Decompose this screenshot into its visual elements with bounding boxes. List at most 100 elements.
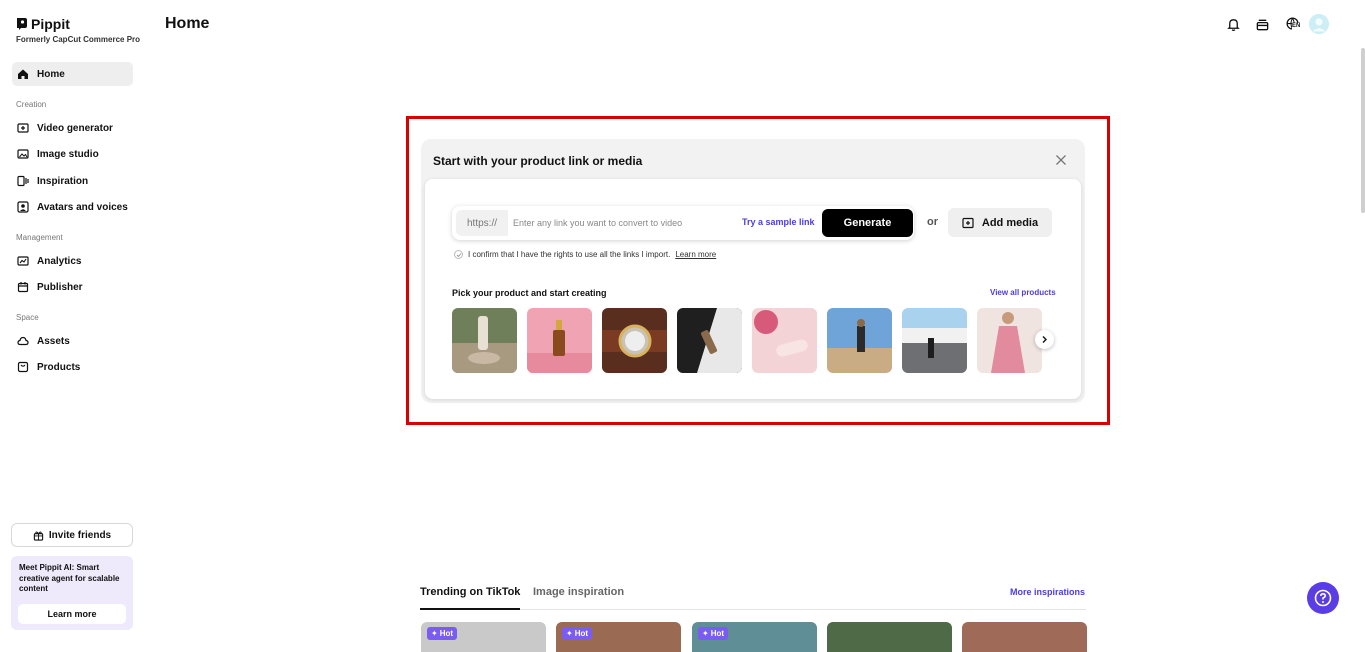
notifications-button[interactable] bbox=[1224, 15, 1242, 33]
question-icon bbox=[1314, 589, 1332, 607]
product-thumbnail[interactable] bbox=[752, 308, 817, 373]
confirm-learn-more-link[interactable]: Learn more bbox=[675, 250, 716, 259]
hot-badge: ✦ Hot bbox=[427, 627, 458, 640]
product-thumbnail[interactable] bbox=[452, 308, 517, 373]
sidebar-item-assets[interactable]: Assets bbox=[12, 329, 133, 353]
card-stack-icon bbox=[1256, 19, 1268, 30]
more-inspirations-link[interactable]: More inspirations bbox=[1010, 587, 1085, 597]
sidebar-item-video-generator[interactable]: Video generator bbox=[12, 116, 133, 140]
tab-trending-tiktok[interactable]: Trending on TikTok bbox=[420, 586, 521, 610]
hot-badge-label: Hot bbox=[574, 629, 589, 638]
trending-card[interactable] bbox=[827, 622, 952, 652]
sidebar-item-label: Products bbox=[37, 361, 81, 373]
sparkle-icon: ✦ bbox=[431, 629, 438, 638]
header-actions: EN bbox=[1224, 14, 1329, 34]
sidebar-item-publisher[interactable]: Publisher bbox=[12, 275, 133, 299]
promo-text: Meet Pippit AI: Smart creative agent for… bbox=[19, 563, 120, 593]
product-link-input[interactable] bbox=[513, 210, 738, 236]
brand-name: Pippit bbox=[31, 16, 70, 32]
tab-image-inspiration[interactable]: Image inspiration bbox=[533, 586, 624, 610]
trending-card[interactable]: ✦ Hot bbox=[692, 622, 817, 652]
invite-friends-label: Invite friends bbox=[48, 529, 112, 541]
link-prefix: https:// bbox=[456, 210, 508, 236]
promo-learn-more-button[interactable]: Learn more bbox=[18, 604, 126, 624]
sidebar-item-label: Analytics bbox=[37, 255, 82, 267]
product-image bbox=[977, 308, 1042, 373]
thumbnails-next-button[interactable] bbox=[1035, 330, 1054, 349]
add-media-label: Add media bbox=[981, 216, 1039, 229]
page-scrollbar[interactable] bbox=[1361, 48, 1365, 213]
start-card-body: https:// Try a sample link Generate or A… bbox=[425, 179, 1081, 399]
product-image bbox=[527, 308, 592, 373]
rights-confirmation: I confirm that I have the rights to use … bbox=[454, 250, 716, 259]
brand-subtitle: Formerly CapCut Commerce Pro bbox=[16, 35, 141, 44]
confirm-text: I confirm that I have the rights to use … bbox=[468, 250, 671, 259]
hot-badge-label: Hot bbox=[710, 629, 725, 638]
product-image bbox=[752, 308, 817, 373]
sidebar-item-analytics[interactable]: Analytics bbox=[12, 249, 133, 273]
hot-badge: ✦ Hot bbox=[562, 627, 593, 640]
sparkle-icon: ✦ bbox=[566, 629, 573, 638]
product-thumbnail[interactable] bbox=[602, 308, 667, 373]
product-link-bar: https:// Try a sample link Generate bbox=[452, 206, 914, 240]
sidebar-item-image-studio[interactable]: Image studio bbox=[12, 142, 133, 166]
close-icon[interactable] bbox=[1054, 153, 1068, 167]
video-add-icon bbox=[17, 123, 29, 133]
image-sparkle-icon bbox=[17, 149, 29, 159]
home-icon bbox=[18, 69, 28, 79]
hot-badge-label: Hot bbox=[439, 629, 454, 638]
sidebar-item-label: Inspiration bbox=[37, 175, 89, 187]
help-button[interactable] bbox=[1307, 582, 1339, 614]
product-image bbox=[452, 308, 517, 373]
page-title: Home bbox=[165, 15, 210, 32]
inspiration-tabs: Trending on TikTok Image inspiration bbox=[420, 586, 1086, 610]
try-sample-link[interactable]: Try a sample link bbox=[742, 217, 815, 227]
sidebar-item-home[interactable]: Home bbox=[12, 62, 133, 86]
or-separator: or bbox=[927, 216, 938, 228]
media-add-icon bbox=[962, 217, 974, 228]
product-thumbnail[interactable] bbox=[827, 308, 892, 373]
sidebar-item-label: Video generator bbox=[37, 122, 113, 134]
sidebar-item-avatars-and-voices[interactable]: Avatars and voices bbox=[12, 195, 133, 219]
product-thumbnail[interactable] bbox=[902, 308, 967, 373]
product-thumbnail[interactable] bbox=[677, 308, 742, 373]
generate-button[interactable]: Generate bbox=[822, 209, 913, 237]
sidebar-item-label: Assets bbox=[37, 335, 70, 347]
product-thumbnails bbox=[452, 308, 1042, 373]
start-card-title: Start with your product link or media bbox=[433, 154, 643, 168]
section-label-space: Space bbox=[16, 313, 39, 322]
sidebar-item-inspiration[interactable]: Inspiration bbox=[12, 169, 133, 193]
view-all-products-link[interactable]: View all products bbox=[990, 288, 1056, 297]
sidebar-item-label: Avatars and voices bbox=[37, 201, 128, 213]
start-card: Start with your product link or media ht… bbox=[421, 139, 1085, 403]
sidebar-item-label: Home bbox=[37, 68, 65, 80]
sidebar-item-label: Publisher bbox=[37, 281, 83, 293]
rights-checkbox[interactable] bbox=[454, 250, 463, 259]
product-image bbox=[677, 308, 742, 373]
brand[interactable]: Pippit Formerly CapCut Commerce Pro bbox=[16, 16, 140, 44]
invite-friends-button[interactable]: Invite friends bbox=[11, 523, 133, 547]
subscription-button[interactable] bbox=[1253, 15, 1271, 33]
user-avatar[interactable] bbox=[1309, 14, 1329, 34]
pick-product-title: Pick your product and start creating bbox=[452, 288, 607, 298]
sidebar-item-products[interactable]: Products bbox=[12, 355, 133, 379]
sidebar: Pippit Formerly CapCut Commerce Pro Home… bbox=[0, 0, 145, 640]
check-icon bbox=[456, 252, 461, 257]
trending-card[interactable]: ✦ Hot bbox=[556, 622, 681, 652]
language-button[interactable]: EN bbox=[1282, 15, 1304, 33]
product-thumbnail[interactable] bbox=[977, 308, 1042, 373]
product-thumbnail[interactable] bbox=[527, 308, 592, 373]
chevron-right-icon bbox=[1042, 336, 1047, 343]
bell-icon bbox=[1226, 18, 1240, 31]
inspiration-icon bbox=[17, 175, 29, 187]
sidebar-item-label: Image studio bbox=[37, 148, 99, 160]
product-image bbox=[602, 308, 667, 373]
sparkle-icon: ✦ bbox=[702, 629, 709, 638]
cloud-icon bbox=[17, 336, 29, 346]
product-box-icon bbox=[17, 361, 29, 373]
trending-card[interactable]: ✦ Hot bbox=[421, 622, 546, 652]
pippit-logo-icon bbox=[17, 18, 27, 30]
trending-card[interactable] bbox=[962, 622, 1087, 652]
add-media-button[interactable]: Add media bbox=[948, 208, 1052, 237]
language-code: EN bbox=[1292, 23, 1301, 30]
